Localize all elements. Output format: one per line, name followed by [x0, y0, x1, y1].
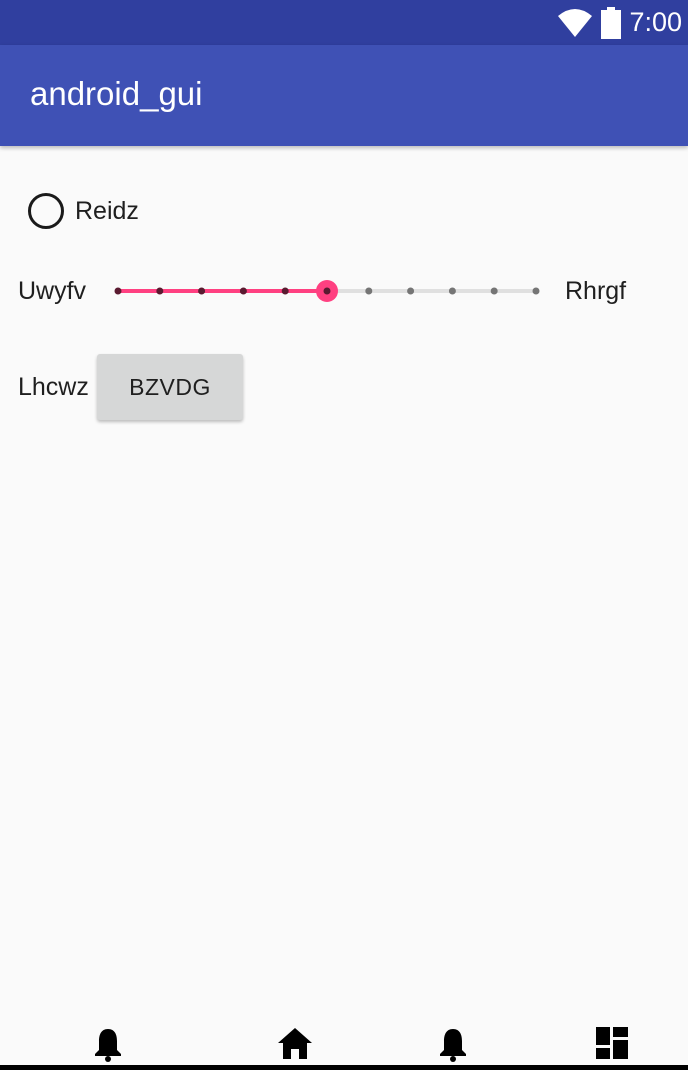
- slider-tick: [239, 287, 247, 295]
- slider-tick: [532, 287, 540, 295]
- slider-tick: [156, 287, 164, 295]
- radio-label: Reidz: [75, 196, 139, 225]
- slider-tick: [281, 287, 289, 295]
- bzvdg-button[interactable]: BZVDG: [97, 354, 243, 420]
- slider-tick: [198, 287, 206, 295]
- dashboard-icon[interactable]: [595, 1026, 629, 1060]
- radio-option-reidz[interactable]: Reidz: [28, 192, 139, 230]
- nav-bar-edge: [0, 1065, 688, 1070]
- button-row-label: Lhcwz: [18, 373, 89, 401]
- app-title: android_gui: [30, 75, 203, 112]
- bottom-navigation: [0, 1020, 688, 1070]
- slider-tick: [365, 287, 373, 295]
- status-bar: 7:00: [0, 0, 688, 45]
- radio-button[interactable]: [28, 193, 64, 229]
- status-time: 7:00: [629, 7, 682, 37]
- discrete-slider[interactable]: [100, 268, 555, 314]
- slider-tick: [407, 287, 415, 295]
- slider-tick: [490, 287, 498, 295]
- slider-right-label: Rhrgf: [565, 277, 627, 305]
- bell-icon[interactable]: [93, 1026, 123, 1062]
- wifi-icon: [558, 8, 593, 37]
- home-icon[interactable]: [277, 1026, 313, 1060]
- slider-tick: [114, 287, 122, 295]
- app-bar: android_gui: [0, 45, 688, 146]
- slider-thumb-dot: [323, 287, 331, 295]
- bell-icon[interactable]: [438, 1026, 468, 1062]
- battery-icon: [601, 6, 622, 39]
- status-icons: 7:00: [557, 0, 682, 45]
- slider-tick: [448, 287, 456, 295]
- slider-left-label: Uwyfv: [18, 277, 87, 305]
